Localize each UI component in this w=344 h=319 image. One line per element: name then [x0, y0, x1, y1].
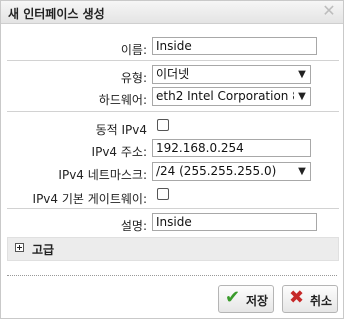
ipv4-netmask-label: IPv4 네트마스크:: [58, 168, 147, 182]
x-icon: ✖: [289, 287, 305, 308]
name-input[interactable]: Inside: [152, 37, 317, 55]
type-row: 유형: 이더넷 ▼: [1, 65, 343, 87]
ipv4-netmask-select[interactable]: /24 (255.255.255.0) ▼: [152, 162, 311, 181]
chevron-down-icon: ▼: [298, 69, 306, 80]
ipv4-gateway-row: IPv4 기본 게이트웨이:: [1, 186, 343, 208]
description-label: 설명:: [120, 219, 147, 233]
dynamic-ipv4-checkbox[interactable]: [157, 119, 169, 131]
type-select[interactable]: 이더넷 ▼: [152, 65, 311, 84]
dynamic-ipv4-label: 동적 IPv4: [95, 123, 147, 137]
ipv4-address-input[interactable]: 192.168.0.254: [152, 139, 311, 157]
ipv4-netmask-select-value: /24 (255.255.255.0): [156, 164, 277, 178]
hardware-label: 하드웨어:: [98, 93, 147, 107]
check-icon: ✔: [225, 287, 241, 308]
divider: [7, 60, 339, 61]
type-select-value: 이더넷: [156, 67, 190, 81]
cancel-button-label: 취소: [310, 294, 333, 308]
hardware-row: 하드웨어: eth2 Intel Corporation 825 ▼: [1, 87, 343, 109]
hardware-select-value: eth2 Intel Corporation 825: [156, 89, 294, 103]
divider: [7, 111, 339, 112]
type-label: 유형:: [120, 71, 147, 85]
chevron-down-icon: ▼: [298, 91, 306, 102]
hardware-select[interactable]: eth2 Intel Corporation 825 ▼: [152, 87, 311, 106]
advanced-label: 고급: [32, 243, 55, 257]
cancel-button[interactable]: ✖ 취소: [282, 285, 338, 313]
description-input[interactable]: Inside: [152, 213, 317, 231]
dynamic-ipv4-row: 동적 IPv4: [1, 117, 343, 139]
save-button[interactable]: ✔ 저장: [218, 285, 274, 313]
ipv4-gateway-label: IPv4 기본 게이트웨이:: [32, 192, 147, 206]
advanced-section-toggle[interactable]: 고급: [7, 237, 339, 261]
ipv4-address-label: IPv4 주소:: [91, 145, 147, 159]
save-button-label: 저장: [246, 294, 269, 308]
create-interface-dialog: 새 인터페이스 생성 ✕ 이름: Inside 유형: 이더넷 ▼ 하드웨어: …: [0, 0, 344, 319]
ipv4-netmask-row: IPv4 네트마스크: /24 (255.255.255.0) ▼: [1, 162, 343, 184]
divider: [7, 208, 339, 209]
name-row: 이름: Inside: [1, 37, 343, 59]
dialog-titlebar[interactable]: 새 인터페이스 생성 ✕: [1, 1, 343, 24]
description-row: 설명: Inside: [1, 213, 343, 235]
close-icon[interactable]: ✕: [321, 2, 337, 20]
name-label: 이름:: [120, 43, 147, 57]
dialog-title: 새 인터페이스 생성: [8, 7, 105, 21]
ipv4-address-row: IPv4 주소: 192.168.0.254: [1, 139, 343, 161]
expand-plus-icon: [15, 243, 24, 252]
chevron-down-icon: ▼: [298, 166, 306, 177]
ipv4-gateway-checkbox[interactable]: [157, 188, 169, 200]
divider: [7, 275, 337, 276]
